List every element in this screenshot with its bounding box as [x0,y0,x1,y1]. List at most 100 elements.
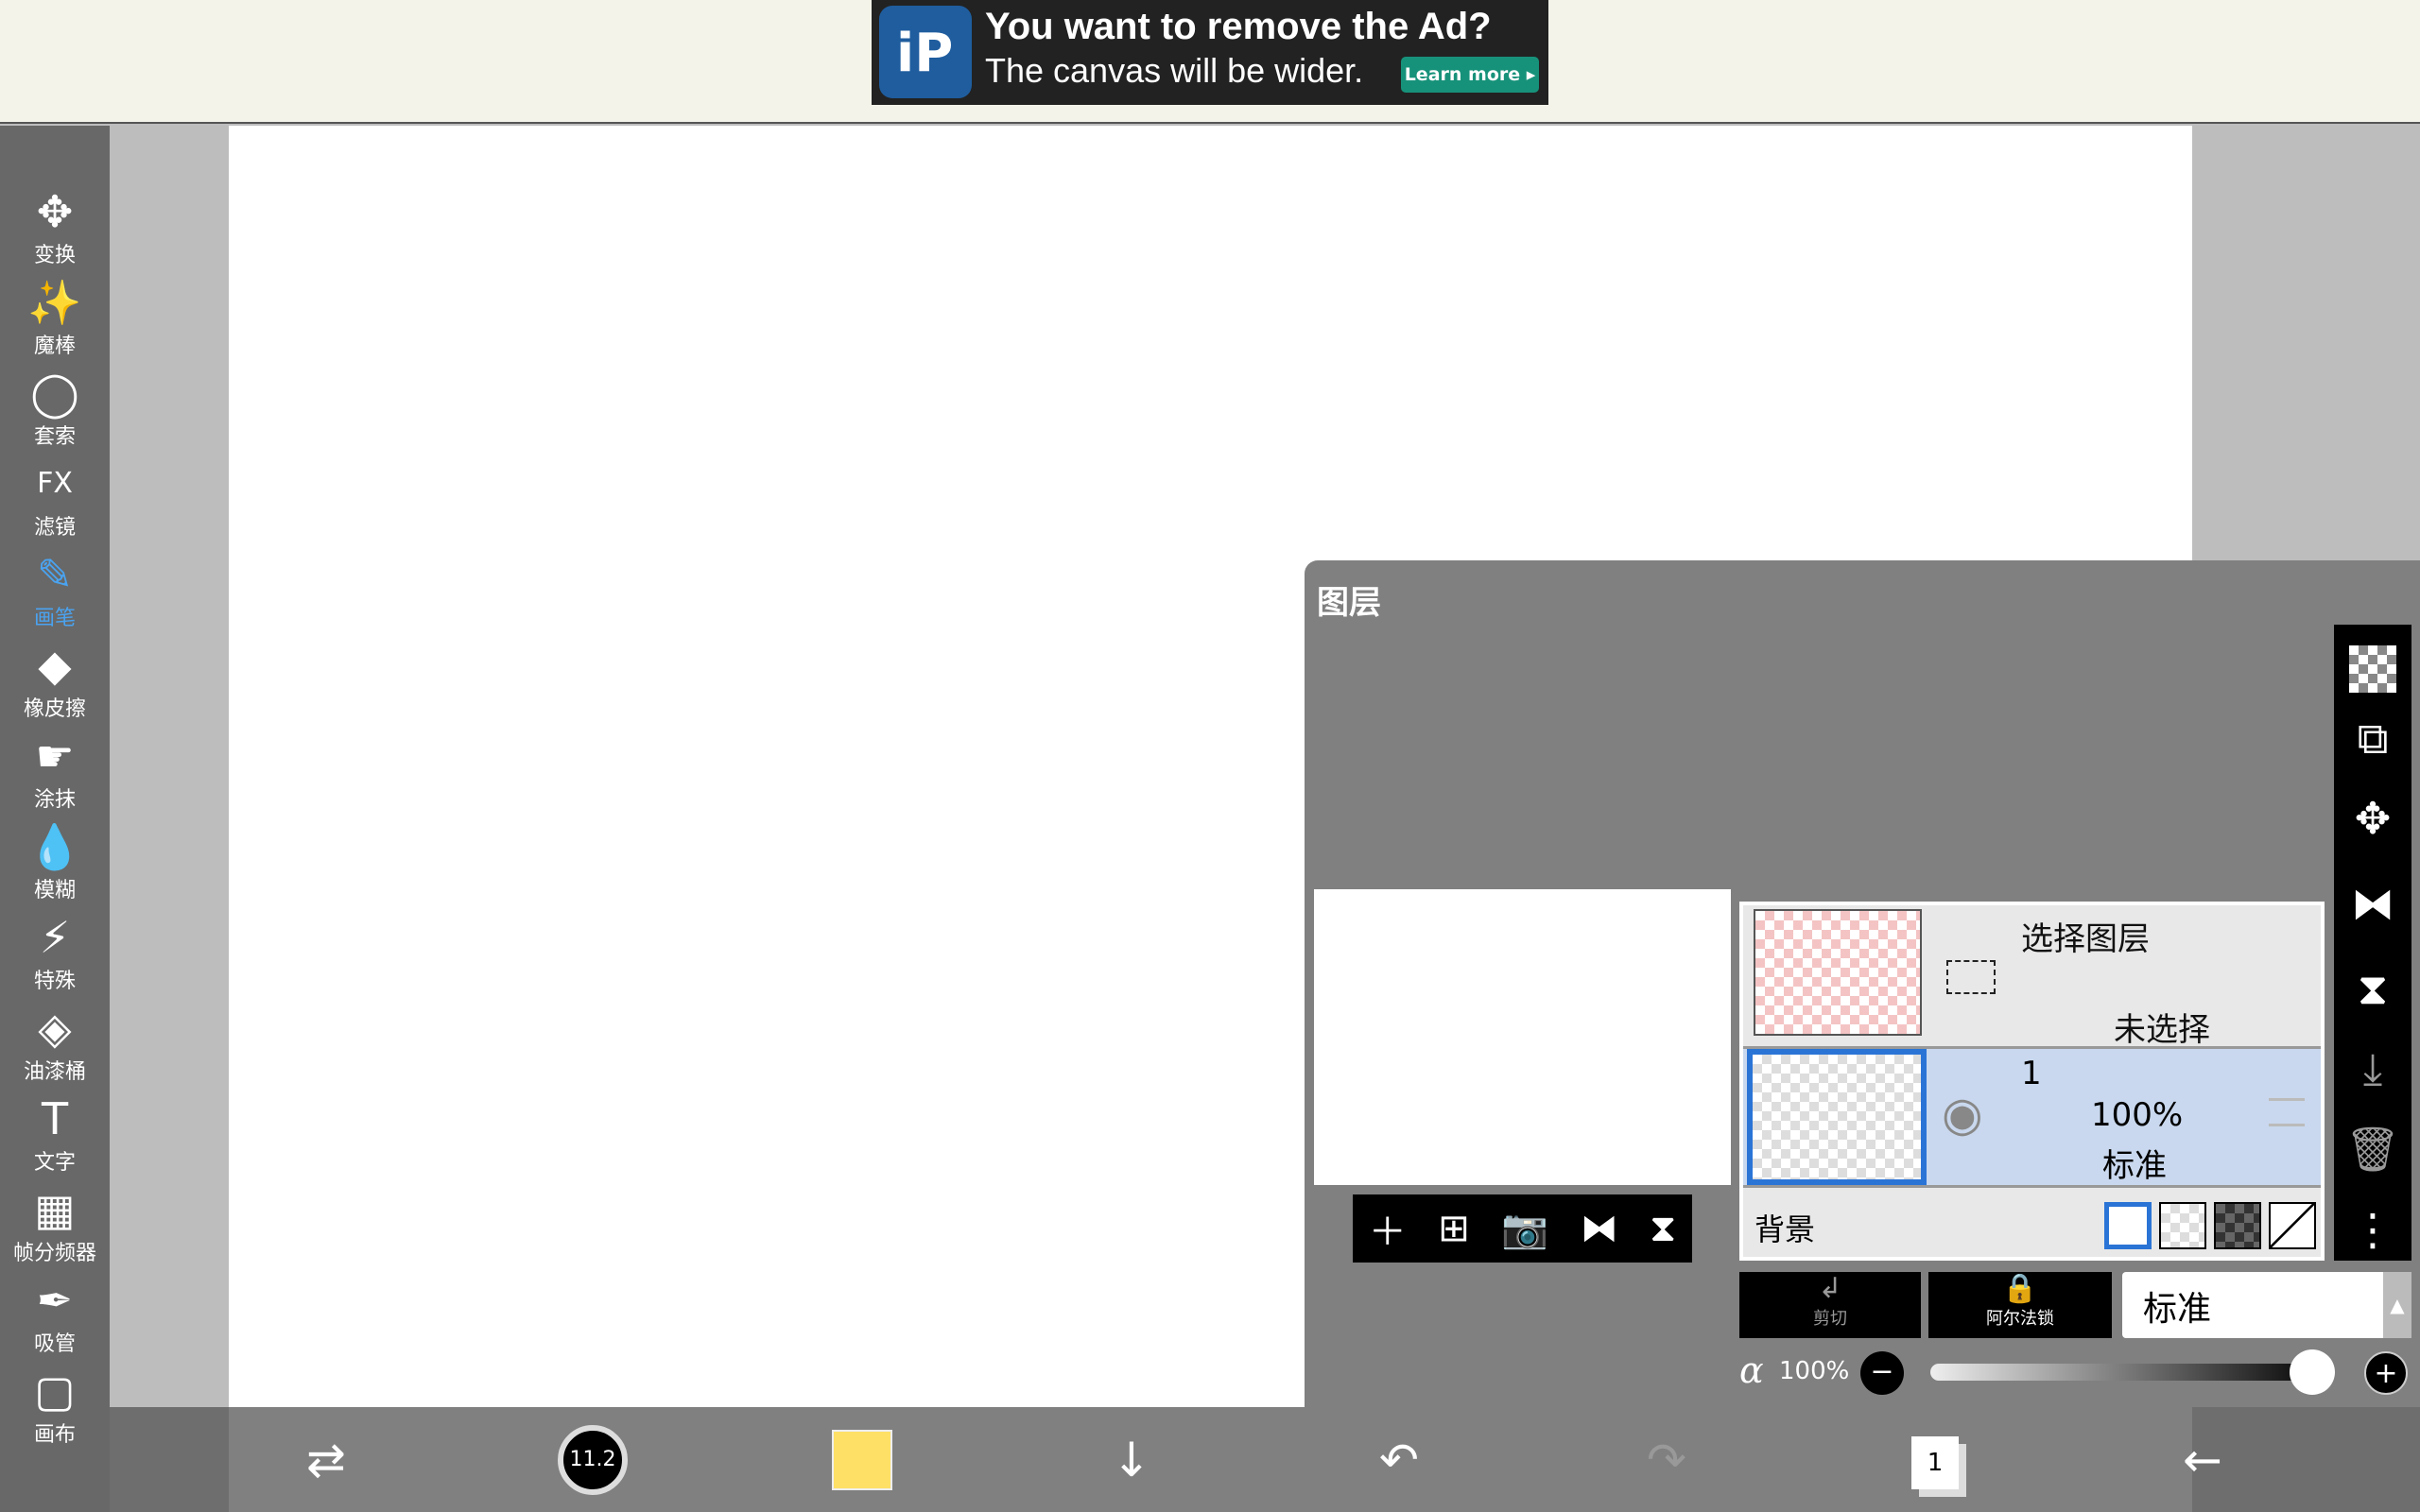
layer-thumbnail [1747,1049,1927,1185]
blend-mode-value: 标准 [2143,1290,2212,1329]
tool-6[interactable]: ☛ 涂抹 [0,730,110,813]
tool-label: 模糊 [33,879,76,902]
tool-label: 文字 [33,1151,76,1175]
layers-button[interactable]: 1 [1911,1436,1959,1489]
tool-label: 油漆桶 [23,1060,86,1084]
trash-icon[interactable]: 🗑 [2334,1111,2411,1187]
tool-2[interactable]: ◯ 套索 [0,367,110,450]
clip-icon: ↲ [1818,1272,1842,1305]
tool-icon: 💧 [27,821,82,872]
background-label: 背景 [1754,1211,1816,1247]
tool-1[interactable]: ✨ 魔棒 [0,276,110,359]
transparent-layer-icon[interactable] [2349,645,2396,693]
background-transparent-option[interactable] [2159,1202,2206,1249]
flip-vertical-layer-icon[interactable]: ⧗ [2334,951,2411,1026]
tool-icon: ▦ [34,1184,76,1235]
preview-toolbar: ＋ ⊞ 📷 ⧓ ⧗ [1353,1194,1692,1263]
camera-icon[interactable]: 📷 [1501,1207,1548,1251]
tool-label: 帧分频器 [12,1242,96,1265]
tool-label: 魔棒 [33,335,76,358]
quick-tools-icon[interactable]: ⇄ [293,1427,359,1493]
flip-horizontal-layer-icon[interactable]: ⧓ [2334,866,2411,941]
color-swatch-button[interactable] [832,1430,892,1490]
learn-more-button[interactable]: Learn more ▸ [1401,57,1539,93]
bottom-toolbar-inner [229,1407,2192,1512]
tool-label: 特殊 [33,970,76,993]
ad-title: You want to remove the Ad? [985,6,1492,47]
alpha-increase-button[interactable]: + [2364,1351,2408,1395]
alpha-decrease-button[interactable]: − [1860,1351,1904,1395]
tool-label: 画布 [33,1423,76,1447]
background-none-option[interactable] [2269,1202,2316,1249]
drag-handle-icon[interactable] [2269,1098,2305,1126]
flip-vertical-icon[interactable]: ⧗ [1650,1207,1676,1250]
tool-0[interactable]: ✥ 变换 [0,185,110,268]
tool-icon: T [41,1093,69,1144]
lock-icon: 🔒 [2002,1272,2038,1305]
arrow-down-icon[interactable]: ↓ [1098,1427,1165,1493]
add-layer-box-icon[interactable]: ⊞ [1438,1207,1470,1250]
layer-name: 1 [2021,1055,2042,1092]
tool-label: 吸管 [33,1332,76,1356]
background-white-option[interactable] [2104,1202,2152,1249]
tool-icon: ✨ [27,277,82,328]
selection-layer-thumbnail[interactable] [1754,909,1922,1036]
layer-opacity: 100% [2091,1096,2184,1134]
tool-12[interactable]: ✒ 吸管 [0,1274,110,1357]
ad-banner[interactable]: iP You want to remove the Ad? The canvas… [872,0,1548,105]
tool-icon: ☛ [35,730,75,782]
tool-5[interactable]: ◆ 橡皮擦 [0,639,110,722]
layer-preview [1314,889,1731,1185]
undo-icon[interactable]: ↶ [1366,1427,1432,1493]
tool-label: 橡皮擦 [23,697,86,721]
brush-size-button[interactable]: 11.2 [558,1425,628,1495]
redo-icon[interactable]: ↷ [1634,1427,1700,1493]
clip-label: 剪切 [1813,1309,1847,1329]
layer-blend-mode: 标准 [2102,1147,2167,1185]
alpha-label: α [1739,1349,1764,1391]
logo-text: iP [896,23,954,84]
tool-icon: ◯ [30,368,79,419]
tool-label: 变换 [33,244,76,267]
layer-list: 选择图层 未选择 ◉ 1 100% 标准 背景 [1739,902,2325,1261]
tool-icon: ◈ [38,1003,72,1054]
flip-horizontal-icon[interactable]: ⧓ [1581,1207,1618,1250]
visibility-eye-icon[interactable]: ◉ [1942,1087,1983,1142]
selection-layer-title: 选择图层 [2021,920,2150,958]
tool-4[interactable]: ✎ 画笔 [0,548,110,631]
selection-dashed-icon [1946,960,1996,994]
alpha-lock-label: 阿尔法锁 [1986,1309,2054,1329]
alpha-lock-button[interactable]: 🔒 阿尔法锁 [1928,1272,2112,1338]
ad-subtitle: The canvas will be wider. [985,51,1364,90]
tool-9[interactable]: ◈ 油漆桶 [0,1002,110,1085]
tool-8[interactable]: ⚡ 特殊 [0,911,110,994]
tool-icon: ✒ [36,1275,74,1326]
tool-icon: ✎ [36,549,74,600]
tool-label: 涂抹 [33,788,76,812]
tool-label: 滤镜 [33,516,76,540]
layer-copy-icon[interactable]: ⧉ [2334,700,2411,776]
alpha-slider[interactable] [1930,1364,2327,1381]
more-options-icon[interactable]: ⋮ [2334,1192,2411,1267]
add-layer-icon[interactable]: ＋ [1369,1201,1407,1256]
alpha-slider-knob[interactable] [2290,1349,2335,1395]
tool-13[interactable]: ▢ 画布 [0,1365,110,1448]
tool-10[interactable]: T 文字 [0,1092,110,1176]
tool-label: 套索 [33,425,76,449]
layer-row-1[interactable]: ◉ 1 100% 标准 [1743,1046,2321,1188]
brush-size: 11.2 [569,1448,616,1471]
back-arrow-icon[interactable]: ← [2169,1427,2236,1493]
tool-icon: ⚡ [39,912,71,963]
move-layer-icon[interactable]: ✥ [2334,781,2411,856]
tool-label: 画笔 [33,607,76,630]
clip-button[interactable]: ↲ 剪切 [1739,1272,1921,1338]
tool-icon: ◆ [38,640,72,691]
tool-7[interactable]: 💧 模糊 [0,820,110,903]
layer-count: 1 [1927,1449,1944,1477]
tool-11[interactable]: ▦ 帧分频器 [0,1183,110,1266]
layer-actions-column: ⧉ ✥ ⧓ ⧗ ⤓ 🗑 ⋮ [2334,625,2411,1261]
tool-3[interactable]: FX 滤镜 [0,457,110,541]
background-dark-option[interactable] [2214,1202,2261,1249]
blend-mode-select[interactable]: 标准 ▲ [2122,1272,2411,1338]
merge-down-icon[interactable]: ⤓ [2334,1031,2411,1107]
